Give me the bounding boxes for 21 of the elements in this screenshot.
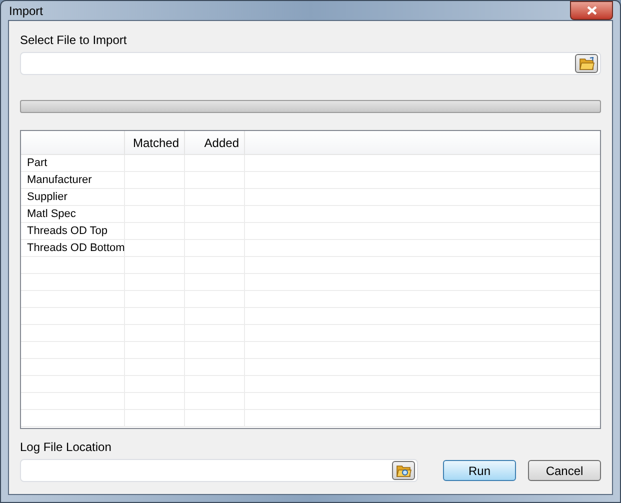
browse-button[interactable] — [392, 461, 415, 480]
row-label: Manufacturer — [21, 172, 125, 188]
row-label: Part — [21, 155, 125, 171]
folder-search-icon — [396, 464, 412, 478]
close-button[interactable] — [570, 1, 613, 20]
close-icon — [586, 6, 596, 15]
row-label: Threads OD Top — [21, 223, 125, 239]
row-label: Supplier — [21, 189, 125, 205]
row-label: Threads OD Bottom — [21, 240, 125, 256]
dialog-button[interactable]: Cancel — [528, 460, 601, 481]
file-path-field[interactable] — [20, 52, 601, 75]
file-path-field[interactable] — [20, 459, 418, 482]
column-header[interactable]: Matched — [125, 131, 185, 154]
column-header[interactable]: Added — [185, 131, 245, 154]
field-label: Select File to Import — [20, 32, 128, 49]
dialog-button[interactable]: Run — [443, 460, 516, 481]
browse-button[interactable] — [575, 54, 598, 73]
row-label: Matl Spec — [21, 206, 125, 222]
folder-icon — [578, 56, 594, 70]
field-label: Log File Location — [20, 439, 112, 456]
window-title: Import — [8, 2, 44, 20]
